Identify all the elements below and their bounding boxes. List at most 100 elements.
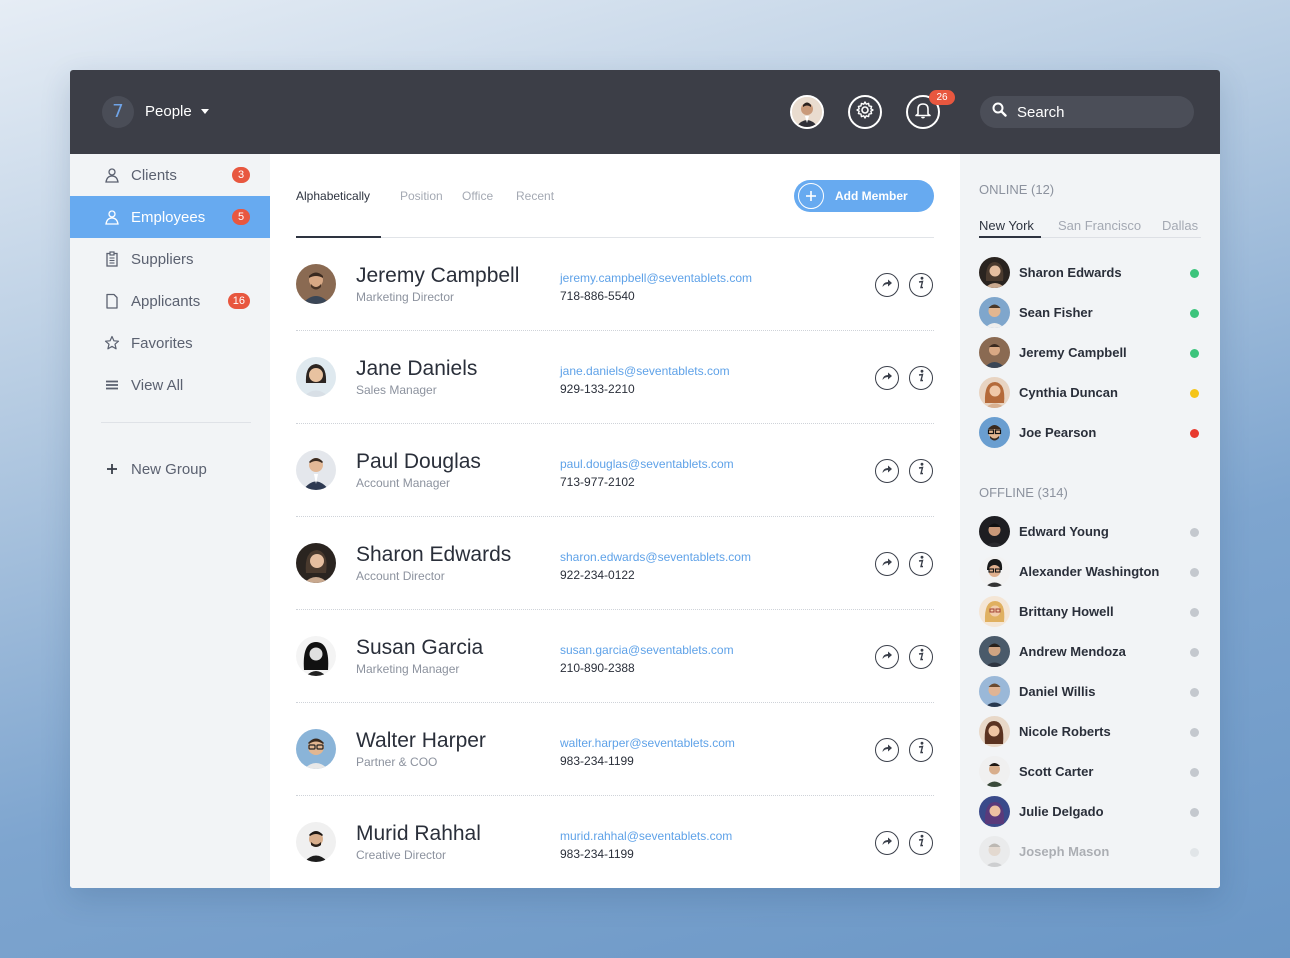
member-email-link[interactable]: jeremy.campbell@seventablets.com — [560, 271, 752, 285]
member-email-link[interactable]: murid.rahhal@seventablets.com — [560, 829, 732, 843]
share-button[interactable] — [875, 366, 899, 390]
offline-person[interactable]: Scott Carter — [979, 756, 1201, 788]
sidebar-item-label: Applicants — [131, 292, 201, 310]
avatar — [979, 716, 1010, 747]
sidebar-item-view-all[interactable]: View All — [70, 364, 270, 406]
online-person[interactable]: Sharon Edwards — [979, 257, 1201, 289]
list-item[interactable]: Susan Garcia Marketing Manager susan.gar… — [296, 610, 934, 703]
share-button[interactable] — [875, 645, 899, 669]
member-phone: 922-234-0122 — [560, 568, 635, 582]
list-icon — [104, 377, 120, 393]
app-title-dropdown[interactable]: People — [145, 103, 192, 120]
user-avatar[interactable] — [790, 95, 824, 129]
member-email-link[interactable]: sharon.edwards@seventablets.com — [560, 550, 751, 564]
sidebar-divider — [101, 422, 251, 423]
status-online-dot — [1190, 269, 1199, 278]
tab-san-francisco[interactable]: San Francisco — [1058, 218, 1141, 233]
online-person[interactable]: Joe Pearson — [979, 417, 1201, 449]
offline-person[interactable]: Brittany Howell — [979, 596, 1201, 628]
info-button[interactable] — [909, 645, 933, 669]
sidebar-item-employees[interactable]: Employees 5 — [70, 196, 270, 238]
person-name: Daniel Willis — [1019, 684, 1096, 699]
settings-button[interactable] — [848, 95, 882, 129]
bell-icon — [913, 100, 933, 125]
sidebar-item-clients[interactable]: Clients 3 — [70, 154, 270, 196]
tab-dallas[interactable]: Dallas — [1162, 218, 1198, 233]
add-member-button[interactable]: Add Member — [794, 180, 934, 212]
search-input[interactable] — [1017, 103, 1177, 121]
offline-person[interactable]: Julie Delgado — [979, 796, 1201, 828]
member-email-link[interactable]: susan.garcia@seventablets.com — [560, 643, 734, 657]
sidebar-item-favorites[interactable]: Favorites — [70, 322, 270, 364]
info-icon — [915, 369, 927, 388]
active-location-indicator — [979, 236, 1041, 238]
online-person[interactable]: Sean Fisher — [979, 297, 1201, 329]
avatar — [296, 264, 336, 304]
avatar — [296, 729, 336, 769]
sidebar-item-label: Employees — [131, 208, 206, 226]
avatar — [979, 756, 1010, 787]
plus-circle-icon — [798, 183, 824, 209]
member-name: Murid Rahhal — [356, 822, 481, 845]
avatar — [979, 257, 1010, 288]
plus-icon — [104, 461, 120, 477]
member-title: Marketing Manager — [356, 662, 460, 676]
tab-office[interactable]: Office — [462, 189, 493, 203]
share-button[interactable] — [875, 459, 899, 483]
person-name: Andrew Mendoza — [1019, 644, 1126, 659]
avatar — [296, 636, 336, 676]
list-item[interactable]: Jeremy Campbell Marketing Director jerem… — [296, 238, 934, 331]
share-button[interactable] — [875, 831, 899, 855]
list-item[interactable]: Sharon Edwards Account Director sharon.e… — [296, 517, 934, 610]
sidebar-item-label: Favorites — [131, 334, 193, 352]
info-button[interactable] — [909, 552, 933, 576]
member-phone: 929-133-2210 — [560, 382, 635, 396]
info-button[interactable] — [909, 459, 933, 483]
share-button[interactable] — [875, 738, 899, 762]
tab-recent[interactable]: Recent — [516, 189, 554, 203]
list-item[interactable]: Jane Daniels Sales Manager jane.daniels@… — [296, 331, 934, 424]
status-offline-dot — [1190, 808, 1199, 817]
online-person[interactable]: Jeremy Campbell — [979, 337, 1201, 369]
new-group-button[interactable]: New Group — [70, 448, 270, 490]
list-item[interactable]: Murid Rahhal Creative Director murid.rah… — [296, 796, 934, 888]
offline-person[interactable]: Nicole Roberts — [979, 716, 1201, 748]
search-box[interactable] — [980, 96, 1194, 128]
offline-person[interactable]: Daniel Willis — [979, 676, 1201, 708]
tab-new-york[interactable]: New York — [979, 218, 1034, 233]
person-name: Brittany Howell — [1019, 604, 1114, 619]
top-bar: 7 People 26 Search — [70, 70, 1220, 154]
list-item[interactable]: Walter Harper Partner & COO walter.harpe… — [296, 703, 934, 796]
chevron-down-icon[interactable] — [201, 109, 209, 114]
person-name: Julie Delgado — [1019, 804, 1104, 819]
member-name: Sharon Edwards — [356, 543, 512, 566]
share-arrow-icon — [881, 648, 893, 666]
status-busy-dot — [1190, 429, 1199, 438]
offline-person[interactable]: Edward Young — [979, 516, 1201, 548]
count-badge: 16 — [227, 293, 250, 309]
offline-person[interactable]: Andrew Mendoza — [979, 636, 1201, 668]
sidebar-item-suppliers[interactable]: Suppliers — [70, 238, 270, 280]
member-email-link[interactable]: walter.harper@seventablets.com — [560, 736, 735, 750]
info-button[interactable] — [909, 831, 933, 855]
tab-position[interactable]: Position — [400, 189, 443, 203]
sidebar-item-applicants[interactable]: Applicants 16 — [70, 280, 270, 322]
offline-person[interactable]: Alexander Washington — [979, 556, 1201, 588]
tab-alphabetically[interactable]: Alphabetically — [296, 189, 370, 203]
share-button[interactable] — [875, 552, 899, 576]
member-email-link[interactable]: jane.daniels@seventablets.com — [560, 364, 730, 378]
list-item[interactable]: Paul Douglas Account Manager paul.dougla… — [296, 424, 934, 517]
app-logo[interactable]: 7 — [102, 96, 134, 128]
info-button[interactable] — [909, 366, 933, 390]
share-button[interactable] — [875, 273, 899, 297]
status-offline-dot — [1190, 608, 1199, 617]
status-offline-dot — [1190, 648, 1199, 657]
sidebar-item-label: View All — [131, 376, 184, 394]
status-offline-dot — [1190, 568, 1199, 577]
online-person[interactable]: Cynthia Duncan — [979, 377, 1201, 409]
info-button[interactable] — [909, 738, 933, 762]
member-email-link[interactable]: paul.douglas@seventablets.com — [560, 457, 734, 471]
offline-person[interactable]: Joseph Mason — [979, 836, 1201, 868]
info-button[interactable] — [909, 273, 933, 297]
member-name: Jeremy Campbell — [356, 264, 520, 287]
